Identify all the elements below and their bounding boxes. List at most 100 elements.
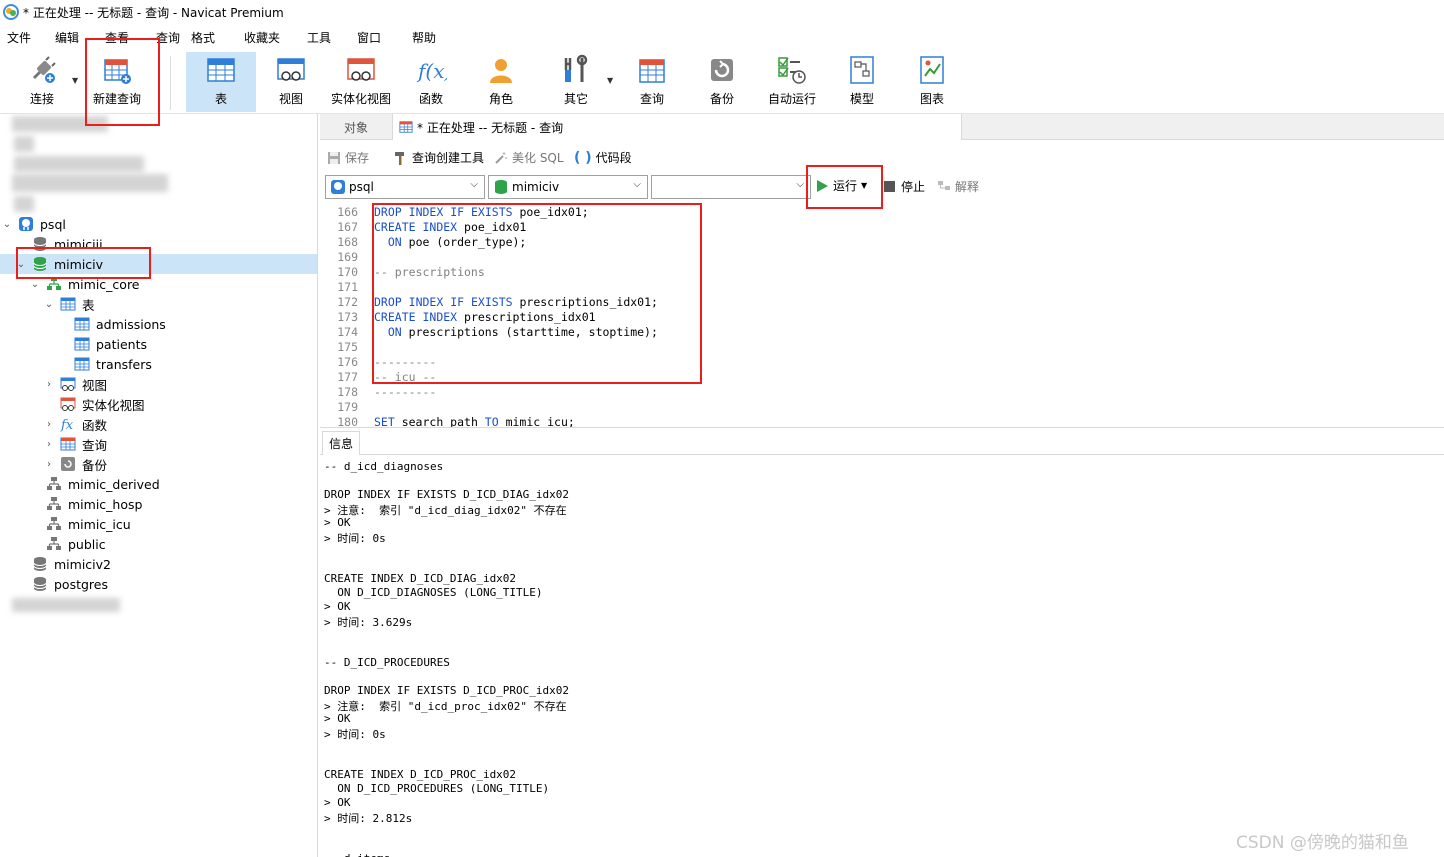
- menu-favorites[interactable]: 收藏夹: [244, 29, 280, 46]
- expanded-chevron-icon[interactable]: ⌄: [1, 219, 13, 230]
- tree-folder-backups[interactable]: › 备份: [0, 454, 317, 474]
- database-select[interactable]: mimiciv ⌵: [488, 175, 648, 199]
- auto-run-button[interactable]: 自动运行: [764, 52, 820, 112]
- code-line[interactable]: 175: [320, 340, 1444, 355]
- other-button[interactable]: 其它: [554, 52, 598, 112]
- query-builder-button[interactable]: 查询创建工具: [394, 149, 484, 166]
- tree-schema-mimic-icu[interactable]: mimic_icu: [0, 514, 317, 534]
- postgresql-icon: [19, 217, 33, 231]
- play-icon: [817, 179, 828, 192]
- table-icon: [207, 58, 235, 82]
- query-toolbar: 保存 查询创建工具 美化 SQL ( ) 代码段: [320, 141, 1444, 173]
- save-button[interactable]: 保存: [327, 149, 369, 166]
- table-button[interactable]: 表: [186, 52, 256, 112]
- code-snippet-button[interactable]: ( ) 代码段: [574, 149, 632, 166]
- menu-help[interactable]: 帮助: [412, 29, 436, 46]
- tree-table-patients[interactable]: patients: [0, 334, 317, 354]
- tree-schema-mimic-core[interactable]: ⌄ mimic_core: [0, 274, 317, 294]
- menu-format[interactable]: 格式: [191, 29, 215, 46]
- collapsed-chevron-icon[interactable]: ›: [43, 439, 55, 450]
- role-button[interactable]: 角色: [478, 52, 524, 112]
- tree-schema-mimic-derived[interactable]: mimic_derived: [0, 474, 317, 494]
- model-button[interactable]: 模型: [840, 52, 884, 112]
- sql-editor[interactable]: 166 DROP INDEX IF EXISTS poe_idx01; 167 CRE…: [320, 203, 1444, 428]
- tree-table-transfers[interactable]: transfers: [0, 354, 317, 374]
- view-button[interactable]: 视图: [266, 52, 316, 112]
- tree-database-postgres[interactable]: postgres: [0, 574, 317, 594]
- tree-label: transfers: [96, 356, 152, 372]
- tree-schema-mimic-hosp[interactable]: mimic_hosp: [0, 494, 317, 514]
- brackets-icon: ( ): [574, 149, 592, 166]
- connect-button[interactable]: 连接: [20, 52, 64, 112]
- code-line[interactable]: 169: [320, 250, 1444, 265]
- menu-query[interactable]: 查询: [156, 29, 180, 46]
- code-line[interactable]: 166 DROP INDEX IF EXISTS poe_idx01;: [320, 205, 1444, 220]
- code-line[interactable]: 173 CREATE INDEX prescriptions_idx01: [320, 310, 1444, 325]
- function-label: 函数: [418, 92, 443, 106]
- tree-folder-views[interactable]: › 视图: [0, 374, 317, 394]
- materialized-view-button[interactable]: 实体化视图: [328, 52, 394, 112]
- function-button[interactable]: f(x) 函数: [408, 52, 454, 112]
- tree-folder-queries[interactable]: › 查询: [0, 434, 317, 454]
- menu-view[interactable]: 查看: [105, 29, 129, 46]
- tree-database-mimiciv2[interactable]: mimiciv2: [0, 554, 317, 574]
- tree-folder-tables[interactable]: ⌄ 表: [0, 294, 317, 314]
- tree-table-admissions[interactable]: admissions: [0, 314, 317, 334]
- output-line: > OK: [324, 600, 351, 613]
- output-line: ON D_ICD_DIAGNOSES (LONG_TITLE): [324, 586, 543, 599]
- explain-icon: [938, 180, 950, 190]
- tree-schema-public[interactable]: public: [0, 534, 317, 554]
- code-line[interactable]: 179: [320, 400, 1444, 415]
- code-line[interactable]: 172 DROP INDEX IF EXISTS prescriptions_id…: [320, 295, 1444, 310]
- menu-edit[interactable]: 编辑: [55, 29, 79, 46]
- menu-file[interactable]: 文件: [7, 29, 31, 46]
- beautify-sql-button[interactable]: 美化 SQL: [494, 149, 564, 166]
- expanded-chevron-icon[interactable]: ⌄: [43, 299, 55, 310]
- collapsed-chevron-icon[interactable]: ›: [43, 459, 55, 470]
- chart-button[interactable]: 图表: [910, 52, 954, 112]
- connect-dropdown-icon[interactable]: ▼: [72, 76, 78, 85]
- code-line[interactable]: 177 -- icu --: [320, 370, 1444, 385]
- stop-button[interactable]: 停止: [884, 178, 925, 195]
- backup-button[interactable]: 备份: [700, 52, 744, 112]
- code-line[interactable]: 168 ON poe (order_type);: [320, 235, 1444, 250]
- connection-select[interactable]: psql ⌵: [325, 175, 485, 199]
- menu-tools[interactable]: 工具: [307, 29, 331, 46]
- tree-label: mimiciv2: [54, 556, 111, 572]
- menu-window[interactable]: 窗口: [357, 29, 381, 46]
- tree-folder-materialized-views[interactable]: 实体化视图: [0, 394, 317, 414]
- code-line[interactable]: 167 CREATE INDEX poe_idx01: [320, 220, 1444, 235]
- code-line[interactable]: 171: [320, 280, 1444, 295]
- output-line: -- d_items: [324, 852, 390, 857]
- tree-label: 函数: [82, 417, 108, 433]
- expanded-chevron-icon[interactable]: ⌄: [15, 259, 27, 270]
- connection-selector-row: psql ⌵ mimiciv ⌵ ⌵ 运行 ▼ 停止 解释: [320, 173, 1444, 203]
- tab-query[interactable]: * 正在处理 -- 无标题 - 查询: [392, 114, 962, 140]
- explain-button[interactable]: 解释: [937, 178, 979, 195]
- run-button[interactable]: 运行 ▼: [815, 177, 867, 194]
- code-line[interactable]: 180 SET search_path TO mimic_icu;: [320, 415, 1444, 427]
- tree-folder-functions[interactable]: › fx 函数: [0, 414, 317, 434]
- expanded-chevron-icon[interactable]: ⌄: [29, 279, 41, 290]
- tree-database-mimiciv[interactable]: ⌄ mimiciv: [0, 254, 317, 274]
- schema-select[interactable]: ⌵: [651, 175, 811, 199]
- run-dropdown-icon[interactable]: ▼: [861, 181, 867, 190]
- code-line[interactable]: 176 ---------: [320, 355, 1444, 370]
- save-label: 保存: [345, 151, 370, 165]
- code-line[interactable]: 178 ---------: [320, 385, 1444, 400]
- code-line[interactable]: 174 ON prescriptions (starttime, stoptim…: [320, 325, 1444, 340]
- code-line[interactable]: 170 -- prescriptions: [320, 265, 1444, 280]
- watermark: CSDN @傍晚的猫和鱼: [1236, 833, 1409, 853]
- collapsed-chevron-icon[interactable]: ›: [43, 419, 55, 430]
- new-query-button[interactable]: 新建查询: [90, 52, 144, 112]
- tab-objects[interactable]: 对象: [320, 114, 392, 140]
- collapsed-chevron-icon[interactable]: ›: [43, 379, 55, 390]
- query-builder-label: 查询创建工具: [412, 151, 485, 165]
- query-button[interactable]: 查询: [630, 52, 674, 112]
- tree-database-mimiciii[interactable]: mimiciii: [0, 234, 317, 254]
- tree-connection-psql[interactable]: ⌄ psql: [0, 214, 317, 234]
- other-dropdown-icon[interactable]: ▼: [607, 76, 613, 85]
- tab-info[interactable]: 信息: [322, 431, 360, 455]
- output-line: -- D_ICD_PROCEDURES: [324, 656, 450, 669]
- code-text: -- icu --: [374, 370, 437, 384]
